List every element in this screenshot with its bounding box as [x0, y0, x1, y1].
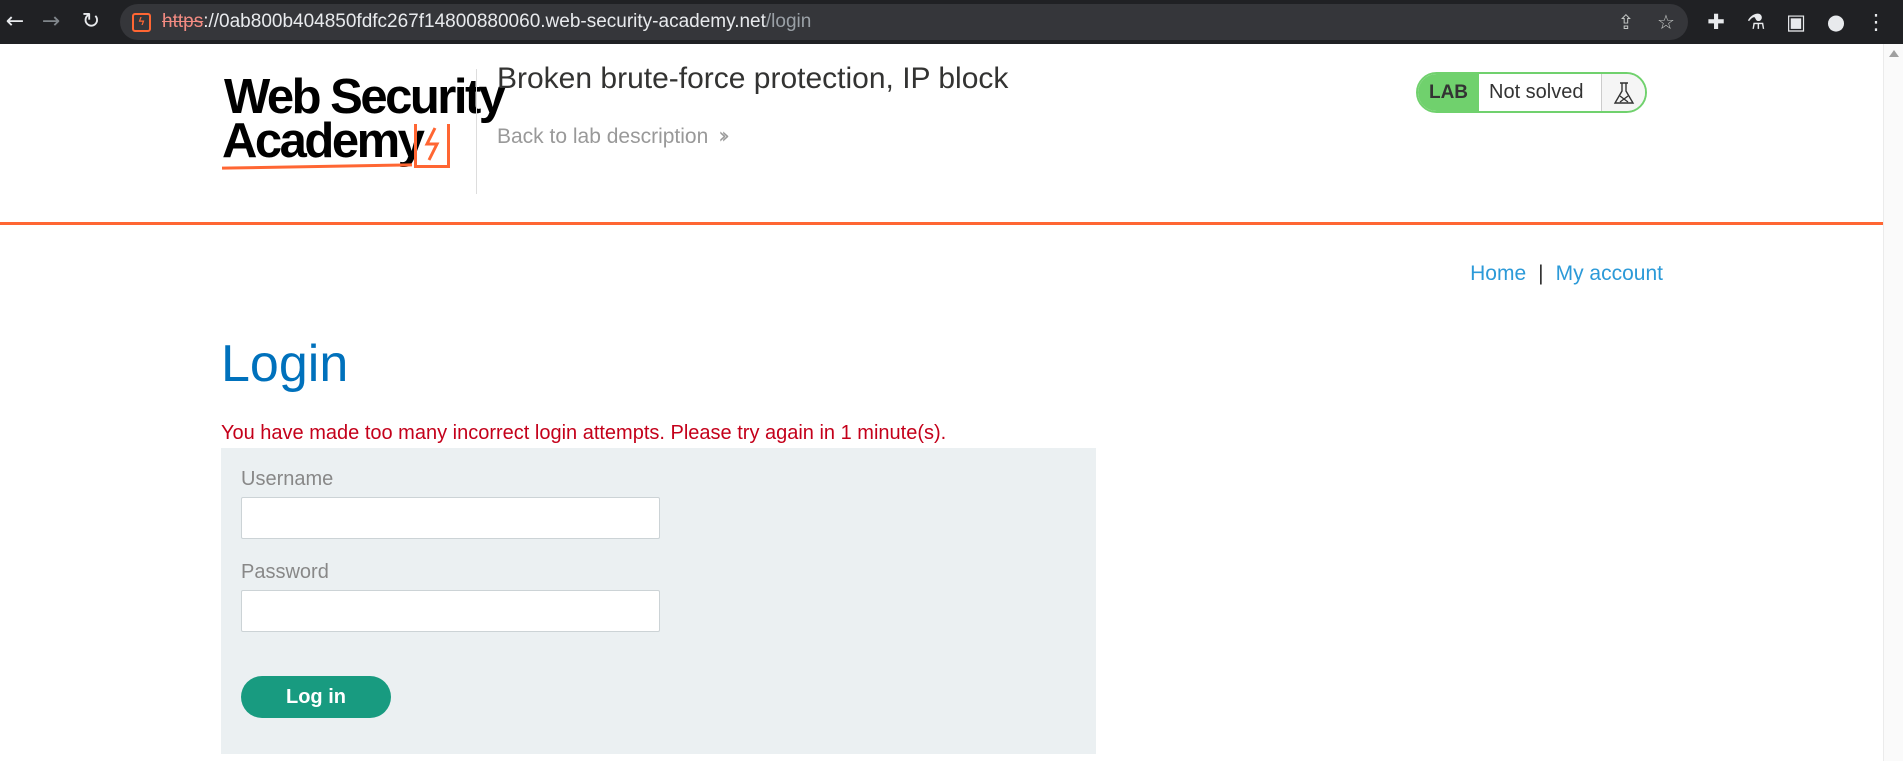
forward-icon[interactable]: →	[36, 7, 66, 37]
password-label: Password	[241, 561, 329, 583]
lab-title: Broken brute-force protection, IP block	[497, 62, 1009, 95]
academy-logo[interactable]: Web Security Academy	[221, 72, 506, 172]
url-host: 0ab800b404850fdfc267f14800880060.web-sec…	[219, 11, 766, 32]
back-link-label: Back to lab description	[497, 124, 709, 148]
url-separator: ://	[203, 11, 220, 32]
back-to-description-link[interactable]: Back to lab description ››	[497, 124, 730, 149]
address-bar[interactable]: ϟ https://0ab800b404850fdfc267f148008800…	[120, 4, 1688, 40]
lab-tag: LAB	[1418, 74, 1479, 111]
login-form: Username Password Log in	[221, 448, 1096, 754]
page-scrollbar[interactable]	[1883, 44, 1903, 761]
logo-line-2: Academy	[222, 114, 425, 168]
username-label: Username	[241, 468, 334, 490]
password-input[interactable]	[241, 590, 660, 632]
profile-icon[interactable]: ●	[1821, 7, 1851, 37]
menu-icon[interactable]: ⋮	[1861, 7, 1891, 37]
my-account-link[interactable]: My account	[1556, 262, 1663, 285]
error-message: You have made too many incorrect login a…	[221, 422, 947, 444]
home-link[interactable]: Home	[1470, 262, 1526, 285]
side-panel-icon[interactable]: ▣	[1781, 7, 1811, 37]
lab-status-text: Not solved	[1489, 81, 1584, 103]
lab-status-badge: LAB Not solved	[1416, 72, 1647, 113]
back-icon[interactable]: ←	[0, 7, 30, 37]
lab-flask-icon[interactable]: ⚗	[1741, 7, 1771, 37]
lightning-bolt-icon	[414, 124, 450, 168]
page-content: Web Security Academy Broken brute-force …	[0, 44, 1883, 761]
header-divider	[476, 69, 477, 194]
username-input[interactable]	[241, 497, 660, 539]
double-chevron-right-icon: ››	[718, 124, 729, 149]
page-title: Login	[221, 335, 349, 393]
header-rule	[0, 222, 1883, 225]
top-nav: Home | My account	[1470, 262, 1663, 286]
nav-separator: |	[1538, 262, 1544, 285]
log-in-button[interactable]: Log in	[241, 676, 391, 718]
url-path: /login	[765, 11, 812, 32]
browser-toolbar: ← → ↻ ϟ https://0ab800b404850fdfc267f148…	[0, 0, 1903, 44]
extensions-icon[interactable]: ✚	[1701, 7, 1731, 37]
share-icon[interactable]: ⇪	[1612, 8, 1640, 36]
bookmark-star-icon[interactable]: ☆	[1652, 8, 1680, 36]
reload-icon[interactable]: ↻	[76, 7, 106, 37]
scroll-up-arrow-icon[interactable]	[1889, 50, 1899, 57]
url-protocol: https	[162, 11, 204, 32]
url-text[interactable]: https://0ab800b404850fdfc267f14800880060…	[162, 4, 811, 40]
flask-icon	[1601, 74, 1645, 111]
site-favicon-icon: ϟ	[132, 13, 151, 32]
